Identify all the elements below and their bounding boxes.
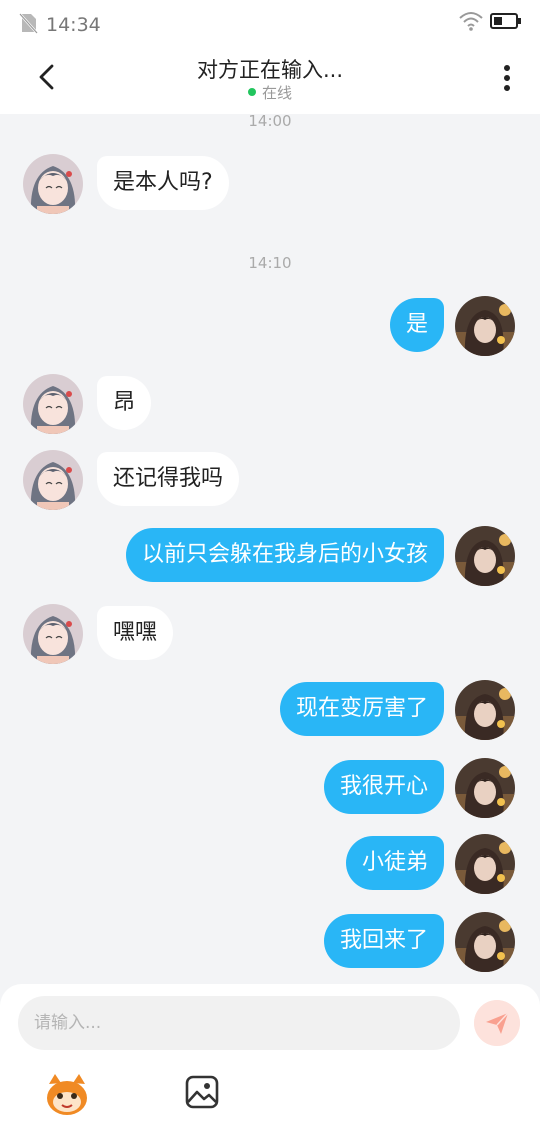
more-vertical-icon[interactable] [498,64,516,94]
contact-avatar[interactable] [23,154,83,214]
emoji-sticker-icon[interactable] [44,1072,90,1118]
timestamp: 14:10 [248,254,292,272]
message-row-outgoing: 是 [0,296,540,358]
message-input[interactable] [18,996,460,1050]
user-avatar[interactable] [455,296,515,356]
timestamp: 14:00 [248,112,292,130]
message-bubble[interactable]: 是 [389,298,444,352]
wifi-icon [459,12,483,31]
user-avatar[interactable] [455,680,515,740]
user-avatar[interactable] [455,834,515,894]
message-row-outgoing: 我很开心 [0,758,540,820]
message-bubble[interactable]: 小徒弟 [345,836,444,890]
contact-avatar[interactable] [23,374,83,434]
message-bubble[interactable]: 我回来了 [323,914,444,968]
message-bubble[interactable]: 我很开心 [323,760,444,814]
message-list[interactable]: 14:00 是本人吗? 14:10 是 昂 还记得我吗 以前只会躲在我身后的小女… [0,112,540,984]
user-avatar[interactable] [455,758,515,818]
message-bubble[interactable]: 以前只会躲在我身后的小女孩 [125,528,444,582]
user-avatar[interactable] [455,912,515,972]
message-bubble[interactable]: 还记得我吗 [97,452,240,506]
message-row-incoming: 是本人吗? [0,154,540,216]
message-row-outgoing: 小徒弟 [0,834,540,896]
message-row-outgoing: 现在变厉害了 [0,680,540,742]
message-bubble[interactable]: 是本人吗? [97,156,229,210]
send-icon[interactable] [474,1000,520,1046]
contact-avatar[interactable] [23,604,83,664]
message-row-incoming: 还记得我吗 [0,450,540,512]
status-bar: 14:34 [0,0,540,50]
message-bubble[interactable]: 嘿嘿 [97,606,174,660]
composer [0,984,540,1140]
user-avatar[interactable] [455,526,515,586]
status-time: 14:34 [46,14,101,36]
chat-title: 对方正在输入... [196,58,344,82]
message-bubble[interactable]: 现在变厉害了 [279,682,444,736]
online-status-label: 在线 [261,84,292,102]
chat-header: 对方正在输入... 在线 [0,50,540,114]
online-status: 在线 [0,82,540,103]
online-dot-icon [247,87,256,96]
message-bubble[interactable]: 昂 [97,376,152,430]
battery-icon [490,13,521,29]
message-row-outgoing: 我回来了 [0,912,540,974]
contact-avatar[interactable] [23,450,83,510]
no-sim-icon [19,13,38,34]
image-icon[interactable] [184,1074,220,1110]
message-row-incoming: 昂 [0,374,540,436]
message-row-incoming: 嘿嘿 [0,604,540,666]
message-row-outgoing: 以前只会躲在我身后的小女孩 [0,526,540,588]
